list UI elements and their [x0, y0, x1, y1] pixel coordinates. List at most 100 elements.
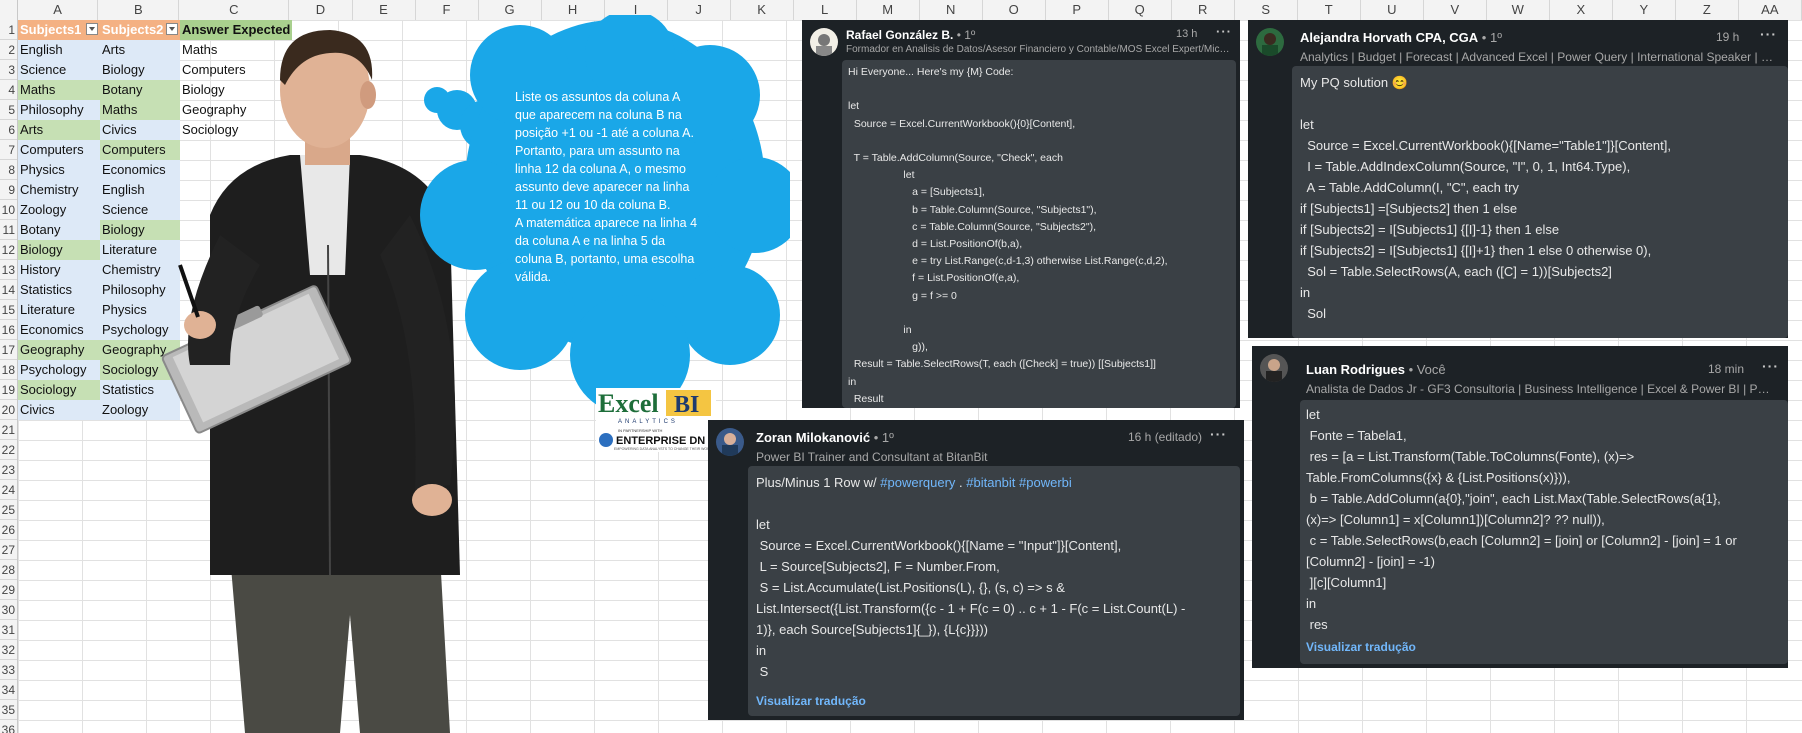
author-name[interactable]: Alejandra Horvath CPA, CGA • 1º — [1300, 30, 1502, 45]
column-header[interactable]: T — [1298, 0, 1361, 20]
column-header[interactable]: O — [983, 0, 1046, 20]
table-cell[interactable]: Botany — [18, 220, 100, 240]
row-header[interactable]: 16 — [0, 320, 17, 340]
column-header[interactable]: Q — [1109, 0, 1172, 20]
column-header[interactable]: W — [1487, 0, 1550, 20]
column-header[interactable]: P — [1046, 0, 1109, 20]
translate-link[interactable]: Visualizar tradução — [1306, 640, 1416, 654]
table-cell[interactable]: Psychology — [18, 360, 100, 380]
table-cell[interactable]: History — [18, 260, 100, 280]
row-header[interactable]: 10 — [0, 200, 17, 220]
row-header[interactable]: 30 — [0, 600, 17, 620]
row-header[interactable]: 34 — [0, 680, 17, 700]
column-header[interactable]: N — [920, 0, 983, 20]
row-header[interactable]: 32 — [0, 640, 17, 660]
row-header[interactable]: 3 — [0, 60, 17, 80]
table-cell[interactable]: Chemistry — [18, 180, 100, 200]
row-header[interactable]: 26 — [0, 520, 17, 540]
select-all-corner[interactable] — [0, 0, 18, 20]
row-header[interactable]: 15 — [0, 300, 17, 320]
table-cell[interactable]: Philosophy — [18, 100, 100, 120]
column-header[interactable]: A — [18, 0, 99, 20]
row-header[interactable]: 29 — [0, 580, 17, 600]
row-header[interactable]: 36 — [0, 720, 17, 733]
row-header[interactable]: 18 — [0, 360, 17, 380]
row-header[interactable]: 35 — [0, 700, 17, 720]
row-header[interactable]: 22 — [0, 440, 17, 460]
table-cell[interactable]: Maths — [18, 80, 100, 100]
row-header[interactable]: 24 — [0, 480, 17, 500]
table-cell[interactable]: Zoology — [18, 200, 100, 220]
author-name[interactable]: Luan Rodrigues • Você — [1306, 362, 1446, 377]
hashtag-bitanbit[interactable]: #bitanbit — [966, 475, 1015, 490]
table-cell[interactable]: Civics — [18, 400, 100, 420]
row-header[interactable]: 2 — [0, 40, 17, 60]
more-options-icon[interactable]: ··· — [1760, 26, 1777, 42]
column-header[interactable]: AA — [1739, 0, 1802, 20]
table-cell[interactable]: Geography — [18, 340, 100, 360]
bubble-paragraph-1: Liste os assuntos da coluna A que aparec… — [515, 90, 694, 140]
row-header[interactable]: 7 — [0, 140, 17, 160]
table-cell[interactable]: Science — [18, 60, 100, 80]
row-header[interactable]: 20 — [0, 400, 17, 420]
row-header[interactable]: 21 — [0, 420, 17, 440]
row-header[interactable]: 25 — [0, 500, 17, 520]
row-header[interactable]: 28 — [0, 560, 17, 580]
avatar[interactable] — [1260, 354, 1288, 382]
table-cell[interactable]: Sociology — [18, 380, 100, 400]
row-header[interactable]: 14 — [0, 280, 17, 300]
more-options-icon[interactable]: ··· — [1762, 358, 1779, 374]
table-cell[interactable]: Statistics — [18, 280, 100, 300]
column-header[interactable]: X — [1550, 0, 1613, 20]
table-cell[interactable]: English — [18, 40, 100, 60]
row-header[interactable]: 8 — [0, 160, 17, 180]
avatar[interactable] — [716, 428, 744, 456]
row-header[interactable]: 6 — [0, 120, 17, 140]
cell-a1-subjects1[interactable]: Subjects1 — [18, 20, 100, 40]
column-header[interactable]: Z — [1676, 0, 1739, 20]
table-cell[interactable]: Computers — [18, 140, 100, 160]
table-cell[interactable]: Economics — [18, 320, 100, 340]
row-header[interactable]: 27 — [0, 540, 17, 560]
author-name[interactable]: Zoran Milokanović • 1º — [756, 430, 894, 445]
row-header[interactable]: 19 — [0, 380, 17, 400]
row-header[interactable]: 9 — [0, 180, 17, 200]
avatar[interactable] — [1256, 28, 1284, 56]
avatar[interactable] — [810, 28, 838, 56]
more-options-icon[interactable]: ··· — [1210, 426, 1227, 442]
row-header[interactable]: 13 — [0, 260, 17, 280]
column-header[interactable]: Y — [1613, 0, 1676, 20]
translate-link[interactable]: Visualizar tradução — [756, 694, 866, 708]
column-header[interactable]: S — [1235, 0, 1298, 20]
column-header[interactable]: M — [857, 0, 920, 20]
row-header[interactable]: 23 — [0, 460, 17, 480]
code-line: L = Source[Subjects2], F = Number.From, — [756, 559, 1000, 574]
table-cell[interactable]: Arts — [18, 120, 100, 140]
table-cell[interactable]: Physics — [18, 160, 100, 180]
code-line: A = Table.AddColumn(I, "C", each try — [1300, 180, 1519, 195]
row-header[interactable]: 5 — [0, 100, 17, 120]
row-header[interactable]: 1 — [0, 20, 17, 40]
hashtag-powerbi[interactable]: #powerbi — [1019, 475, 1072, 490]
column-header[interactable]: U — [1361, 0, 1424, 20]
code-line: List.Intersect({List.Transform({c - 1 + … — [756, 601, 1186, 616]
hashtag-powerquery[interactable]: #powerquery — [880, 475, 955, 490]
column-header[interactable]: R — [1172, 0, 1235, 20]
row-header[interactable]: 33 — [0, 660, 17, 680]
code-line: I = Table.AddIndexColumn(Source, "I", 0,… — [1300, 159, 1631, 174]
row-header[interactable]: 17 — [0, 340, 17, 360]
comment-body: Plus/Minus 1 Row w/ #powerquery . #bitan… — [748, 466, 1240, 716]
row-header[interactable]: 12 — [0, 240, 17, 260]
table-cell[interactable]: Biology — [18, 240, 100, 260]
author-name[interactable]: Rafael González B. • 1º — [846, 28, 975, 42]
more-options-icon[interactable]: ··· — [1216, 24, 1232, 39]
filter-dropdown-icon[interactable] — [86, 23, 98, 35]
code-line: let — [1300, 117, 1314, 132]
row-header[interactable]: 11 — [0, 220, 17, 240]
table-cell[interactable]: Literature — [18, 300, 100, 320]
column-header[interactable]: L — [794, 0, 857, 20]
row-header[interactable]: 4 — [0, 80, 17, 100]
column-header[interactable]: V — [1424, 0, 1487, 20]
row-header[interactable]: 31 — [0, 620, 17, 640]
